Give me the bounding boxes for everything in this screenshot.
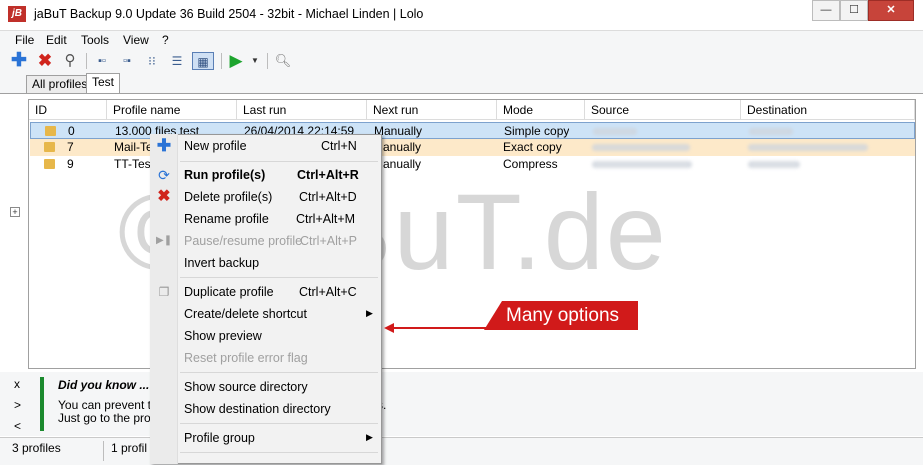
cell-mode: Exact copy — [503, 140, 562, 154]
blurred-source — [592, 161, 692, 168]
submenu-arrow-icon: ▶ — [366, 308, 373, 318]
menu-item-rename-profile[interactable]: Rename profile — [184, 209, 269, 229]
shortcut-run-profiles: Ctrl+Alt+R — [297, 168, 359, 182]
menu-help[interactable]: ? — [162, 33, 169, 47]
menu-bar: File Edit Tools View ? — [0, 31, 923, 49]
title-bar: jB jaBuT Backup 9.0 Update 36 Build 2504… — [0, 0, 923, 31]
menu-tools[interactable]: Tools — [81, 33, 109, 47]
callout-line — [392, 327, 487, 329]
menu-item-reset-error-flag[interactable]: Reset profile error flag — [184, 348, 308, 368]
status-selected-count: 1 profil — [111, 441, 148, 455]
menu-item-run-profiles[interactable]: Run profile(s) — [184, 165, 265, 185]
view-icon[interactable]: ▫▪ — [118, 52, 136, 70]
delete-icon[interactable]: ✖ — [36, 52, 54, 70]
close-button[interactable]: ✕ — [868, 0, 914, 21]
toolbar: ✚ ✖ ⚲ ▪▫ ▫▪ ⁝⁝ ☰ ▦ ▶ ▼ 🔍︎ — [0, 49, 923, 73]
add-icon: ✚ — [156, 136, 172, 155]
column-header-id[interactable]: ID — [29, 100, 107, 120]
tab-strip: All profiles Test — [0, 73, 923, 94]
delete-icon: ✖ — [157, 188, 171, 205]
blurred-destination — [748, 161, 800, 168]
shortcut-rename-profile: Ctrl+Alt+M — [296, 212, 356, 226]
column-header-mode[interactable]: Mode — [497, 100, 585, 120]
run-icon[interactable]: ▶ — [227, 52, 245, 70]
dyk-prev-button[interactable]: < — [14, 419, 21, 433]
menu-separator — [180, 423, 378, 424]
folder-icon — [44, 159, 55, 169]
cell-id: 9 — [67, 157, 74, 171]
shortcut-pause-resume: Ctrl+Alt+P — [300, 234, 357, 248]
column-header-source[interactable]: Source — [585, 100, 741, 120]
add-icon[interactable]: ✚ — [10, 51, 28, 70]
cell-id: 0 — [68, 124, 75, 138]
pause-icon: ▶❚ — [156, 235, 173, 246]
expand-toggle[interactable]: + — [10, 207, 20, 217]
view-icon[interactable]: ☰ — [168, 52, 186, 70]
dyk-accent-bar — [40, 377, 44, 431]
view-icon[interactable]: ⁝⁝ — [143, 52, 161, 70]
refresh-icon: ⟳ — [158, 167, 170, 183]
menu-item-create-delete-shortcut[interactable]: Create/delete shortcut — [184, 304, 307, 324]
blurred-destination — [749, 128, 793, 135]
submenu-arrow-icon: ▶ — [366, 432, 373, 442]
shortcut-new-profile: Ctrl+N — [321, 139, 357, 153]
menu-item-show-preview[interactable]: Show preview — [184, 326, 262, 346]
menu-item-delete-profiles[interactable]: Delete profile(s) — [184, 187, 272, 207]
callout-label: Many options — [484, 301, 638, 330]
tab-all-profiles[interactable]: All profiles — [26, 75, 94, 93]
view-icon[interactable]: ▪▫ — [93, 52, 111, 70]
column-header-last-run[interactable]: Last run — [237, 100, 367, 120]
dyk-text-line1: You can prevent th — [58, 398, 158, 412]
toolbar-separator — [221, 53, 222, 69]
maximize-button[interactable]: ☐ — [840, 0, 868, 21]
menu-item-show-destination-directory[interactable]: Show destination directory — [184, 399, 331, 419]
dyk-title: Did you know ... — [58, 378, 150, 392]
blurred-source — [593, 128, 637, 135]
menu-separator — [180, 161, 378, 162]
minimize-button[interactable]: — — [812, 0, 840, 21]
copy-icon: ❐ — [158, 285, 170, 299]
menu-separator — [180, 277, 378, 278]
column-header-destination[interactable]: Destination — [741, 100, 915, 120]
window-title: jaBuT Backup 9.0 Update 36 Build 2504 - … — [34, 7, 424, 21]
menu-separator — [180, 372, 378, 373]
menu-item-duplicate-profile[interactable]: Duplicate profile — [184, 282, 274, 302]
dropdown-icon[interactable]: ▼ — [249, 52, 261, 70]
column-header-next-run[interactable]: Next run — [367, 100, 497, 120]
folder-icon — [45, 126, 56, 136]
column-header-profile-name[interactable]: Profile name — [107, 100, 237, 120]
app-icon: jB — [8, 6, 26, 22]
blurred-destination — [748, 144, 868, 151]
menu-separator — [180, 452, 378, 453]
menu-item-pause-resume-profile[interactable]: Pause/resume profile — [184, 231, 302, 251]
menu-item-show-source-directory[interactable]: Show source directory — [184, 377, 308, 397]
dyk-next-button[interactable]: > — [14, 398, 21, 412]
search-icon[interactable]: ⚲ — [61, 52, 79, 70]
toolbar-separator — [267, 53, 268, 69]
blurred-source — [592, 144, 690, 151]
tab-test[interactable]: Test — [86, 73, 120, 94]
menu-file[interactable]: File — [15, 33, 34, 47]
menu-item-invert-backup[interactable]: Invert backup — [184, 253, 259, 273]
menu-item-profile-group[interactable]: Profile group — [184, 428, 255, 448]
status-separator — [103, 441, 104, 461]
status-profile-count: 3 profiles — [12, 441, 61, 455]
grid-view-icon[interactable]: ▦ — [192, 52, 214, 70]
dyk-text-line2: Just go to the profi — [58, 411, 157, 425]
cell-mode: Simple copy — [504, 124, 570, 138]
menu-view[interactable]: View — [123, 33, 149, 47]
shortcut-duplicate-profile: Ctrl+Alt+C — [299, 285, 357, 299]
folder-icon — [44, 142, 55, 152]
cell-id: 7 — [67, 140, 74, 154]
preview-icon[interactable]: 🔍︎ — [274, 52, 292, 70]
dyk-close-button[interactable]: x — [14, 377, 20, 391]
callout-arrow-icon — [384, 323, 394, 333]
menu-item-new-profile[interactable]: New profile — [184, 136, 247, 156]
shortcut-delete-profiles: Ctrl+Alt+D — [299, 190, 357, 204]
toolbar-separator — [86, 53, 87, 69]
menu-edit[interactable]: Edit — [46, 33, 67, 47]
